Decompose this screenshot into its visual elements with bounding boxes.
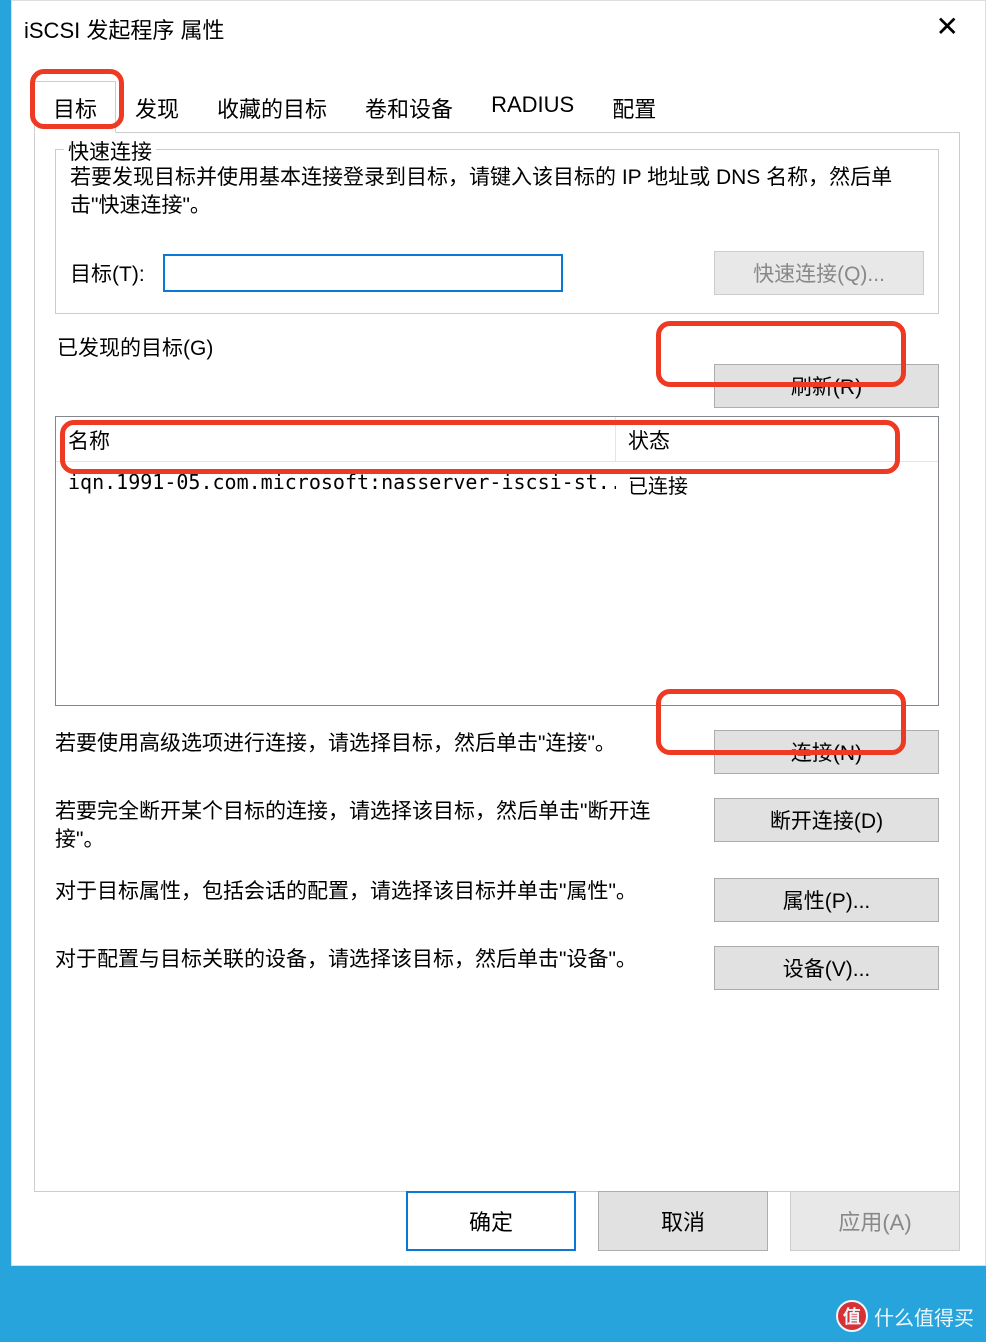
quick-connect-button[interactable]: 快速连接(Q)... xyxy=(714,251,924,295)
quick-connect-legend: 快速连接 xyxy=(64,136,156,166)
window-title: iSCSI 发起程序 属性 xyxy=(24,13,224,45)
tab-favorites[interactable]: 收藏的目标 xyxy=(198,81,346,133)
table-row[interactable]: iqn.1991-05.com.microsoft:nasserver-iscs… xyxy=(56,462,938,507)
watermark: 值 什么值得买 xyxy=(836,1300,974,1332)
column-name[interactable]: 名称 xyxy=(56,417,616,461)
discovered-targets-header: 已发现的目标(G) xyxy=(55,332,939,362)
tab-targets[interactable]: 目标 xyxy=(34,81,116,133)
tab-radius[interactable]: RADIUS xyxy=(472,81,593,133)
properties-help: 对于目标属性，包括会话的配置，请选择该目标并单击"属性"。 xyxy=(55,878,674,906)
ok-button[interactable]: 确定 xyxy=(406,1191,576,1251)
disconnect-button[interactable]: 断开连接(D) xyxy=(714,798,939,842)
target-input[interactable] xyxy=(163,254,563,292)
cell-name: iqn.1991-05.com.microsoft:nasserver-iscs… xyxy=(56,462,616,507)
tab-discovery[interactable]: 发现 xyxy=(116,81,198,133)
tab-strip: 目标 发现 收藏的目标 卷和设备 RADIUS 配置 xyxy=(34,81,985,133)
devices-row: 对于配置与目标关联的设备，请选择该目标，然后单击"设备"。 设备(V)... xyxy=(55,946,939,990)
refresh-button[interactable]: 刷新(R) xyxy=(714,364,939,408)
discovered-targets-section: 已发现的目标(G) 刷新(R) 名称 状态 iqn.1991-05.com.mi… xyxy=(55,332,939,991)
watermark-text: 什么值得买 xyxy=(874,1302,974,1331)
target-label: 目标(T): xyxy=(70,258,145,288)
cancel-button[interactable]: 取消 xyxy=(598,1191,768,1251)
properties-row: 对于目标属性，包括会话的配置，请选择该目标并单击"属性"。 属性(P)... xyxy=(55,878,939,922)
apply-button[interactable]: 应用(A) xyxy=(790,1191,960,1251)
target-input-row: 目标(T): 快速连接(Q)... xyxy=(66,251,928,295)
cell-status: 已连接 xyxy=(616,462,938,507)
close-icon[interactable]: ✕ xyxy=(926,13,969,41)
column-status[interactable]: 状态 xyxy=(616,417,938,461)
quick-connect-help: 若要发现目标并使用基本连接登录到目标，请键入该目标的 IP 地址或 DNS 名称… xyxy=(66,164,928,221)
connect-row: 若要使用高级选项进行连接，请选择目标，然后单击"连接"。 连接(N) xyxy=(55,730,939,774)
discovered-targets-table: 名称 状态 iqn.1991-05.com.microsoft:nasserve… xyxy=(55,416,939,706)
connect-help: 若要使用高级选项进行连接，请选择目标，然后单击"连接"。 xyxy=(55,730,674,758)
titlebar: iSCSI 发起程序 属性 ✕ xyxy=(12,1,985,61)
devices-button[interactable]: 设备(V)... xyxy=(714,946,939,990)
tab-volumes[interactable]: 卷和设备 xyxy=(346,81,472,133)
disconnect-help: 若要完全断开某个目标的连接，请选择该目标，然后单击"断开连接"。 xyxy=(55,798,674,855)
watermark-badge-icon: 值 xyxy=(836,1300,868,1332)
devices-help: 对于配置与目标关联的设备，请选择该目标，然后单击"设备"。 xyxy=(55,946,674,974)
iscsi-properties-window: iSCSI 发起程序 属性 ✕ 目标 发现 收藏的目标 卷和设备 RADIUS … xyxy=(11,0,986,1266)
quick-connect-group: 快速连接 若要发现目标并使用基本连接登录到目标，请键入该目标的 IP 地址或 D… xyxy=(55,149,939,314)
dialog-buttons: 确定 取消 应用(A) xyxy=(406,1191,960,1251)
disconnect-row: 若要完全断开某个目标的连接，请选择该目标，然后单击"断开连接"。 断开连接(D) xyxy=(55,798,939,855)
tab-config[interactable]: 配置 xyxy=(593,81,675,133)
tab-content: 快速连接 若要发现目标并使用基本连接登录到目标，请键入该目标的 IP 地址或 D… xyxy=(34,132,960,1192)
properties-button[interactable]: 属性(P)... xyxy=(714,878,939,922)
connect-button[interactable]: 连接(N) xyxy=(714,730,939,774)
table-header: 名称 状态 xyxy=(56,417,938,462)
